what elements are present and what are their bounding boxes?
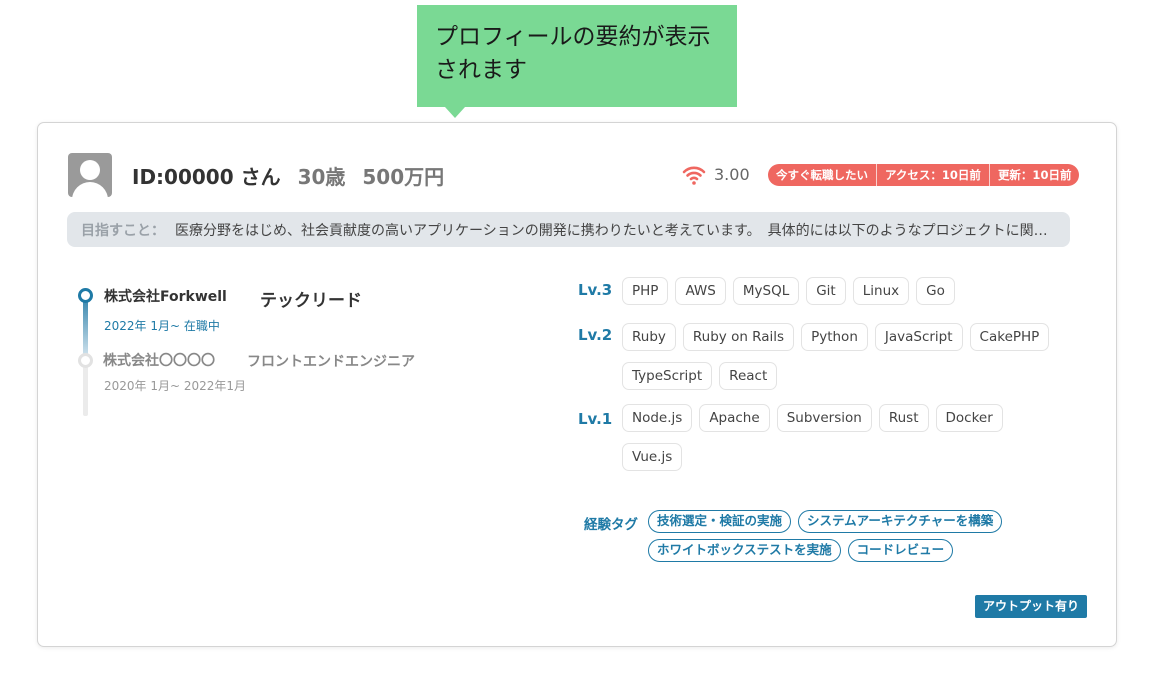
candidate-id: ID:00000 さん <box>132 165 281 189</box>
skill-level-label: Lv.3 <box>578 281 613 299</box>
skill-tag: JavaScript <box>874 323 963 351</box>
status-badge-access: アクセス：10日前 <box>876 164 989 186</box>
goal-text: 医療分野をはじめ、社会貢献度の高いアプリケーションの開発に携わりたいと考えていま… <box>175 222 1048 239</box>
experience-tag: ホワイトボックステストを実施 <box>648 539 841 562</box>
experience-tag: システムアーキテクチャーを構築 <box>798 510 1003 533</box>
skill-tag: PHP <box>622 277 669 305</box>
career-company: 株式会社Forkwell <box>104 289 227 305</box>
skill-tags-lv2: Ruby Ruby on Rails Python JavaScript Cak… <box>622 323 1052 390</box>
avatar-body <box>72 182 108 197</box>
candidate-salary: 500万円 <box>362 165 445 189</box>
skill-tag: Node.js <box>622 404 693 432</box>
timeline-dot-past <box>78 353 93 368</box>
career-period: 2022年 1月~ 在職中 <box>104 319 220 333</box>
skill-tag: Git <box>806 277 846 305</box>
timeline-dot-current <box>78 288 93 303</box>
skill-tag: Ruby on Rails <box>682 323 795 351</box>
experience-tags-label: 経験タグ <box>584 517 638 533</box>
skill-tag: Vue.js <box>622 443 683 471</box>
skill-tag: TypeScript <box>622 362 713 390</box>
activity-score: 3.00 <box>714 165 750 184</box>
skill-tags-lv3: PHP AWS MySQL Git Linux Go <box>622 277 1052 305</box>
experience-tag: コードレビュー <box>847 539 954 562</box>
skill-level-label: Lv.2 <box>578 326 613 344</box>
wifi-signal-icon <box>682 166 706 185</box>
candidate-age: 30歳 <box>297 165 346 189</box>
status-badge-job-change: 今すぐ転職したい <box>776 168 868 182</box>
skill-tag: Apache <box>699 404 770 432</box>
skill-tag: React <box>719 362 778 390</box>
status-badges: 今すぐ転職したい アクセス：10日前 更新：10日前 <box>768 164 1080 186</box>
skill-tag: CakePHP <box>969 323 1050 351</box>
career-role: フロントエンドエンジニア <box>247 354 415 370</box>
profile-summary-tooltip: プロフィールの要約が表示されます <box>417 5 737 107</box>
goal-bar: 目指すこと： 医療分野をはじめ、社会貢献度の高いアプリケーションの開発に携わりた… <box>67 212 1070 247</box>
skill-tag: Python <box>801 323 868 351</box>
skill-tag: Docker <box>935 404 1003 432</box>
profile-heading: ID:00000 さん 30歳 500万円 <box>132 161 444 190</box>
skill-tag: AWS <box>675 277 726 305</box>
goal-label: 目指すこと： <box>81 222 165 239</box>
output-badge: アウトプット有り <box>975 595 1088 618</box>
avatar-head <box>80 160 100 180</box>
career-role: テックリード <box>260 291 362 311</box>
skill-tag: Go <box>916 277 955 305</box>
skill-tag: Ruby <box>622 323 676 351</box>
candidate-card[interactable]: ID:00000 さん 30歳 500万円 3.00 今すぐ転職したい アクセス… <box>37 122 1117 647</box>
skill-tag: Subversion <box>776 404 872 432</box>
skill-tag: MySQL <box>732 277 800 305</box>
skill-level-label: Lv.1 <box>578 410 613 428</box>
career-company: 株式会社〇〇〇〇 <box>103 353 215 369</box>
career-period: 2020年 1月~ 2022年1月 <box>104 379 247 393</box>
skill-tag: Rust <box>878 404 929 432</box>
experience-tags: 技術選定・検証の実施 システムアーキテクチャーを構築 ホワイトボックステストを実… <box>648 510 1028 562</box>
status-badge-updated: 更新：10日前 <box>988 164 1080 186</box>
experience-tag: 技術選定・検証の実施 <box>648 510 792 533</box>
avatar <box>68 153 112 197</box>
skill-tag: Linux <box>852 277 910 305</box>
tooltip-arrow <box>445 107 465 118</box>
skill-tags-lv1: Node.js Apache Subversion Rust Docker Vu… <box>622 404 1052 471</box>
tooltip-text: プロフィールの要約が表示されます <box>435 24 711 83</box>
